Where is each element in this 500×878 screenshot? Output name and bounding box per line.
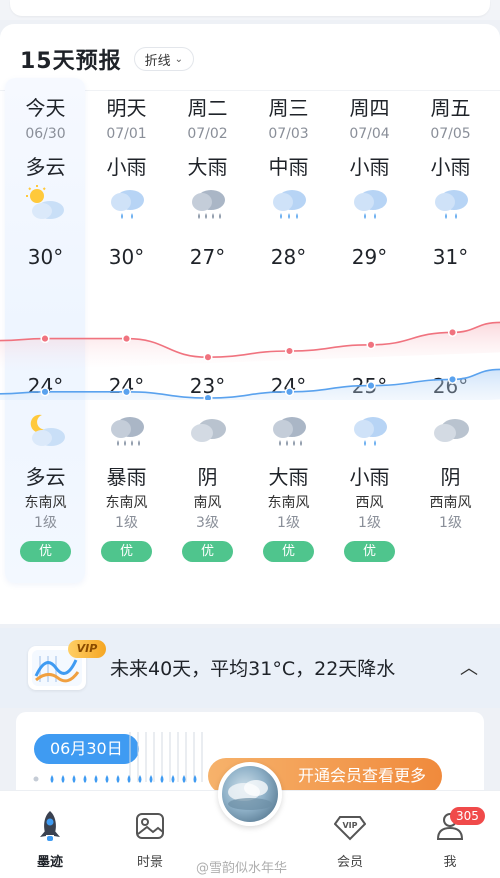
high-temp: 28° (270, 245, 307, 269)
forecast-title: 15天预报 (20, 49, 122, 74)
high-temp: 30° (27, 245, 64, 269)
high-temp-point (203, 352, 213, 362)
day-condition: 小雨 (349, 155, 390, 179)
low-temp-point (447, 374, 458, 384)
watermark: @雪韵似水年华 (196, 861, 288, 876)
rain-drops-row (33, 775, 197, 783)
day-condition: 小雨 (430, 155, 471, 179)
svg-text:VIP: VIP (342, 821, 357, 830)
day-condition: 小雨 (106, 155, 147, 179)
light-rain-icon (430, 184, 472, 222)
night-condition: 阴 (197, 465, 218, 489)
high-temp: 30° (108, 245, 145, 269)
tab-vip[interactable]: VIP 会员 (320, 809, 380, 870)
tab-label: 会员 (336, 855, 363, 870)
vip-icon: VIP (333, 816, 367, 841)
aqi-badge: 优 (344, 541, 395, 562)
wind-direction: 南风 (193, 495, 222, 511)
high-temp-point (284, 346, 295, 356)
wind-level: 1级 (115, 515, 138, 531)
chart-mode-dropdown[interactable]: 折线 ⌄ (133, 47, 195, 71)
light-rain-icon (106, 184, 148, 222)
heavy-rain-icon (187, 184, 229, 222)
aqi-badge: 优 (20, 541, 71, 562)
tab-label: 墨迹 (36, 855, 63, 870)
high-temp-point (121, 334, 132, 344)
scenery-photo-button[interactable] (218, 762, 282, 826)
wind-level: 1级 (358, 515, 381, 531)
forecast-header: 15天预报 折线 ⌄ (20, 44, 195, 74)
high-temp-point (40, 334, 50, 344)
aqi-badge: 优 (263, 541, 314, 562)
day-date: 07/04 (349, 126, 390, 142)
high-temp-point (366, 340, 376, 350)
wind-level: 1级 (34, 515, 57, 531)
chevron-up-icon[interactable]: ︿ (460, 654, 478, 680)
high-temp-point (447, 327, 458, 337)
chart-mode-label: 折线 (144, 53, 171, 69)
wind-level: 1级 (277, 515, 300, 531)
date-pill[interactable]: 06月30日 (34, 734, 139, 764)
aqi-badge: 优 (101, 541, 152, 562)
high-temp: 29° (351, 245, 388, 269)
wind-direction: 东南风 (105, 495, 148, 511)
night-condition: 大雨 (268, 465, 309, 489)
wind-level: 3级 (196, 515, 219, 531)
day-name: 周三 (268, 96, 309, 120)
night-condition: 多云 (25, 465, 66, 489)
wind-direction: 东南风 (267, 495, 310, 511)
light-rain-icon (349, 411, 391, 449)
aqi-badge: 优 (182, 541, 233, 562)
rocket-icon (40, 811, 60, 841)
wind-direction: 西风 (355, 495, 384, 511)
tab-moji[interactable]: 墨迹 (20, 809, 80, 870)
previous-card-edge (10, 0, 490, 16)
photo-icon (136, 813, 164, 839)
tab-label: 时景 (136, 855, 163, 870)
moderate-rain-icon (268, 184, 310, 222)
notification-badge: 305 (450, 807, 485, 825)
tab-label: 我 (443, 855, 457, 870)
low-temp-point (284, 387, 295, 397)
tab-scenery[interactable]: 时景 (120, 809, 180, 870)
night-condition: 小雨 (349, 465, 390, 489)
heavy-rain-icon (106, 411, 148, 449)
low-temp-point (40, 387, 50, 397)
day-name: 明天 (106, 96, 147, 120)
heavy-rain-icon (268, 411, 310, 449)
day-name: 周二 (187, 96, 228, 120)
vip-badge: VIP (68, 640, 106, 658)
wind-level: 1级 (439, 515, 462, 531)
high-temp: 27° (189, 245, 226, 269)
low-temp-point (121, 387, 132, 397)
day-condition: 中雨 (268, 155, 309, 179)
day-condition: 多云 (25, 155, 66, 179)
wind-direction: 西南风 (429, 495, 472, 511)
day-condition: 大雨 (187, 155, 228, 179)
day-date: 06/30 (25, 126, 66, 142)
light-rain-icon (349, 184, 391, 222)
night-condition: 阴 (440, 465, 461, 489)
low-temp-point (203, 393, 213, 400)
day-name: 周五 (430, 96, 471, 120)
day-name: 今天 (25, 96, 66, 120)
day-name: 周四 (349, 96, 390, 120)
summary-text: 未来40天，平均31°C，22天降水 (110, 658, 396, 680)
overcast-icon (187, 411, 229, 449)
temperature-chart (0, 321, 500, 400)
chevron-down-icon: ⌄ (174, 53, 184, 65)
overcast-icon (430, 411, 472, 449)
day-date: 07/05 (430, 126, 471, 142)
wind-direction: 东南风 (24, 495, 67, 511)
partly-cloudy-sun-icon (25, 184, 67, 222)
day-date: 07/03 (268, 126, 309, 142)
day-date: 07/02 (187, 126, 228, 142)
partly-cloudy-moon-icon (25, 411, 67, 449)
series-area (0, 322, 500, 371)
night-condition: 暴雨 (106, 465, 147, 489)
high-temp: 31° (432, 245, 469, 269)
day-date: 07/01 (106, 126, 147, 142)
low-temp-point (366, 381, 376, 391)
